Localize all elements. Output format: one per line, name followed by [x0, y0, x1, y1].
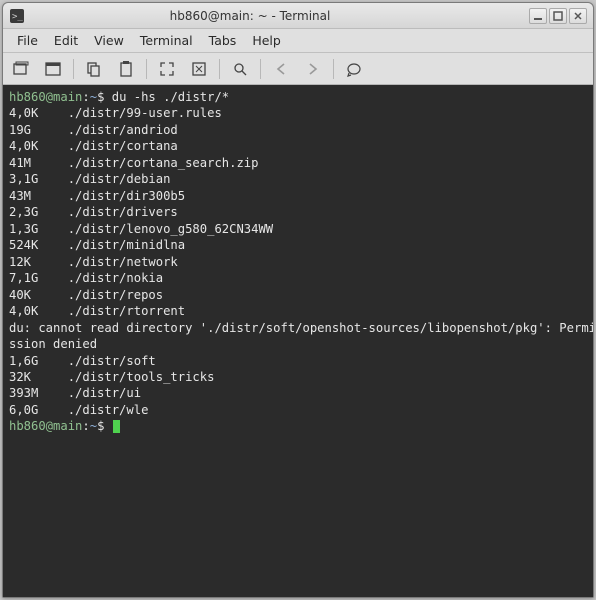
minimize-button[interactable]: [529, 8, 547, 24]
output-line: 524K ./distr/minidlna: [9, 237, 587, 253]
maximize-button[interactable]: [549, 8, 567, 24]
output-line: 3,1G ./distr/debian: [9, 171, 587, 187]
output-line: 393M ./distr/ui: [9, 385, 587, 401]
output-line: 12K ./distr/network: [9, 254, 587, 270]
output-line: 4,0K ./distr/99-user.rules: [9, 105, 587, 121]
separator: [146, 59, 147, 79]
prompt-suffix: $: [97, 419, 104, 433]
output-line: ssion denied: [9, 336, 587, 352]
command-text: du -hs ./distr/*: [112, 90, 229, 104]
output-line: 4,0K ./distr/cortana: [9, 138, 587, 154]
output-line: 32K ./distr/tools_tricks: [9, 369, 587, 385]
output-line: 2,3G ./distr/drivers: [9, 204, 587, 220]
prompt-path: ~: [90, 419, 97, 433]
menu-edit[interactable]: Edit: [46, 31, 86, 50]
prompt-line-empty: hb860@main:~$: [9, 418, 587, 434]
output-line: 4,0K ./distr/rtorrent: [9, 303, 587, 319]
output-line: 19G ./distr/andriod: [9, 122, 587, 138]
separator: [333, 59, 334, 79]
cursor: [113, 420, 120, 433]
prompt-path: ~: [90, 90, 97, 104]
paste-icon[interactable]: [112, 56, 140, 82]
prev-icon[interactable]: [267, 56, 295, 82]
prompt-user-host: hb860@main: [9, 419, 82, 433]
output-line: 7,1G ./distr/nokia: [9, 270, 587, 286]
zoom-icon[interactable]: [185, 56, 213, 82]
separator: [219, 59, 220, 79]
output-line: 40K ./distr/repos: [9, 287, 587, 303]
menubar: File Edit View Terminal Tabs Help: [3, 29, 593, 53]
window-controls: [529, 8, 587, 24]
app-icon: >_: [9, 8, 25, 24]
next-icon[interactable]: [299, 56, 327, 82]
menu-help[interactable]: Help: [244, 31, 289, 50]
prompt-line: hb860@main:~$ du -hs ./distr/*: [9, 89, 587, 105]
menu-file[interactable]: File: [9, 31, 46, 50]
menu-terminal[interactable]: Terminal: [132, 31, 201, 50]
output-line: 6,0G ./distr/wle: [9, 402, 587, 418]
output-line: 43M ./distr/dir300b5: [9, 188, 587, 204]
close-button[interactable]: [569, 8, 587, 24]
copy-icon[interactable]: [80, 56, 108, 82]
separator: [260, 59, 261, 79]
output-line: 1,6G ./distr/soft: [9, 353, 587, 369]
toolbar: [3, 53, 593, 85]
menu-view[interactable]: View: [86, 31, 132, 50]
output-line: 41M ./distr/cortana_search.zip: [9, 155, 587, 171]
terminal-output[interactable]: hb860@main:~$ du -hs ./distr/*4,0K ./dis…: [3, 85, 593, 597]
prompt-suffix: $: [97, 90, 104, 104]
prompt-user-host: hb860@main: [9, 90, 82, 104]
separator: [73, 59, 74, 79]
new-tab-icon[interactable]: [7, 56, 35, 82]
fullscreen-icon[interactable]: [153, 56, 181, 82]
help-icon[interactable]: [340, 56, 368, 82]
find-icon[interactable]: [226, 56, 254, 82]
output-line: 1,3G ./distr/lenovo_g580_62CN34WW: [9, 221, 587, 237]
window-title: hb860@main: ~ - Terminal: [31, 9, 469, 23]
titlebar: >_ hb860@main: ~ - Terminal: [3, 3, 593, 29]
terminal-window: >_ hb860@main: ~ - Terminal File Edit Vi…: [2, 2, 594, 598]
new-window-icon[interactable]: [39, 56, 67, 82]
svg-text:>_: >_: [12, 12, 23, 22]
output-line: du: cannot read directory './distr/soft/…: [9, 320, 587, 336]
menu-tabs[interactable]: Tabs: [201, 31, 245, 50]
